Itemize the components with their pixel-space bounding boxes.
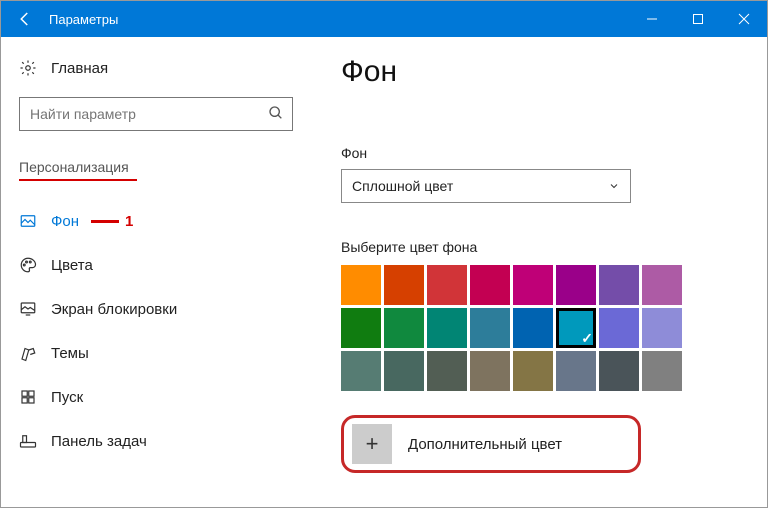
custom-color-row[interactable]: + Дополнительный цвет	[341, 415, 641, 473]
color-swatch[interactable]	[427, 308, 467, 348]
close-button[interactable]	[721, 1, 767, 37]
nav-icon	[19, 344, 39, 362]
nav-icon	[19, 432, 39, 450]
window-title: Параметры	[49, 12, 118, 27]
plus-icon: +	[352, 424, 392, 464]
color-swatch[interactable]	[341, 308, 381, 348]
nav-label: Экран блокировки	[39, 301, 177, 318]
sidebar-item-2[interactable]: Экран блокировки	[1, 287, 293, 331]
sidebar-item-5[interactable]: Панель задач	[1, 419, 293, 463]
home-label: Главная	[39, 60, 108, 77]
nav-label: Фон	[39, 213, 79, 230]
color-swatch[interactable]	[470, 351, 510, 391]
titlebar: Параметры	[1, 1, 767, 37]
color-swatch[interactable]	[384, 265, 424, 305]
sidebar-item-1[interactable]: Цвета	[1, 243, 293, 287]
search-icon	[268, 105, 284, 121]
nav-icon	[19, 300, 39, 318]
nav-label: Панель задач	[39, 433, 147, 450]
chevron-down-icon	[608, 180, 620, 192]
color-swatch[interactable]	[642, 265, 682, 305]
nav-icon	[19, 256, 39, 274]
color-swatch[interactable]	[341, 265, 381, 305]
color-swatch[interactable]	[470, 308, 510, 348]
annotation-marker: 1	[91, 213, 134, 230]
bg-select-value: Сплошной цвет	[352, 178, 453, 194]
home-link[interactable]: Главная	[19, 59, 293, 77]
sidebar-item-3[interactable]: Темы	[1, 331, 293, 375]
category-label: Персонализация	[19, 159, 293, 175]
color-swatch[interactable]	[556, 265, 596, 305]
pick-color-label: Выберите цвет фона	[341, 239, 737, 255]
color-swatch[interactable]	[341, 351, 381, 391]
color-swatch[interactable]	[513, 351, 553, 391]
nav-label: Цвета	[39, 257, 93, 274]
bg-select[interactable]: Сплошной цвет	[341, 169, 631, 203]
color-swatch[interactable]	[642, 351, 682, 391]
color-swatch[interactable]	[384, 351, 424, 391]
color-swatch[interactable]	[470, 265, 510, 305]
nav-icon	[19, 212, 39, 230]
color-grid	[341, 265, 737, 391]
search-box[interactable]	[19, 97, 293, 131]
minimize-button[interactable]	[629, 1, 675, 37]
content-pane: Фон Фон Сплошной цвет Выберите цвет фона…	[311, 37, 767, 507]
nav-label: Темы	[39, 345, 89, 362]
sidebar-item-4[interactable]: Пуск	[1, 375, 293, 419]
gear-icon	[19, 59, 39, 77]
color-swatch[interactable]	[599, 351, 639, 391]
color-swatch[interactable]	[513, 265, 553, 305]
color-swatch[interactable]	[556, 351, 596, 391]
color-swatch[interactable]	[427, 351, 467, 391]
sidebar-item-0[interactable]: Фон 1	[1, 199, 293, 243]
color-swatch[interactable]	[556, 308, 596, 348]
maximize-button[interactable]	[675, 1, 721, 37]
color-swatch[interactable]	[599, 308, 639, 348]
nav-label: Пуск	[39, 389, 83, 406]
back-button[interactable]	[1, 1, 49, 37]
nav-icon	[19, 388, 39, 406]
color-swatch[interactable]	[427, 265, 467, 305]
annotation-underline	[19, 179, 137, 181]
sidebar: Главная Персонализация Фон 1 Цвета Экран бл…	[1, 37, 311, 507]
color-swatch[interactable]	[599, 265, 639, 305]
page-title: Фон	[341, 55, 737, 89]
nav-list: Фон 1 Цвета Экран блокировки Темы Пуск Панель …	[1, 199, 293, 463]
custom-color-label: Дополнительный цвет	[392, 436, 562, 453]
color-swatch[interactable]	[642, 308, 682, 348]
search-input[interactable]	[20, 106, 292, 122]
bg-field-label: Фон	[341, 145, 737, 161]
color-swatch[interactable]	[513, 308, 553, 348]
color-swatch[interactable]	[384, 308, 424, 348]
